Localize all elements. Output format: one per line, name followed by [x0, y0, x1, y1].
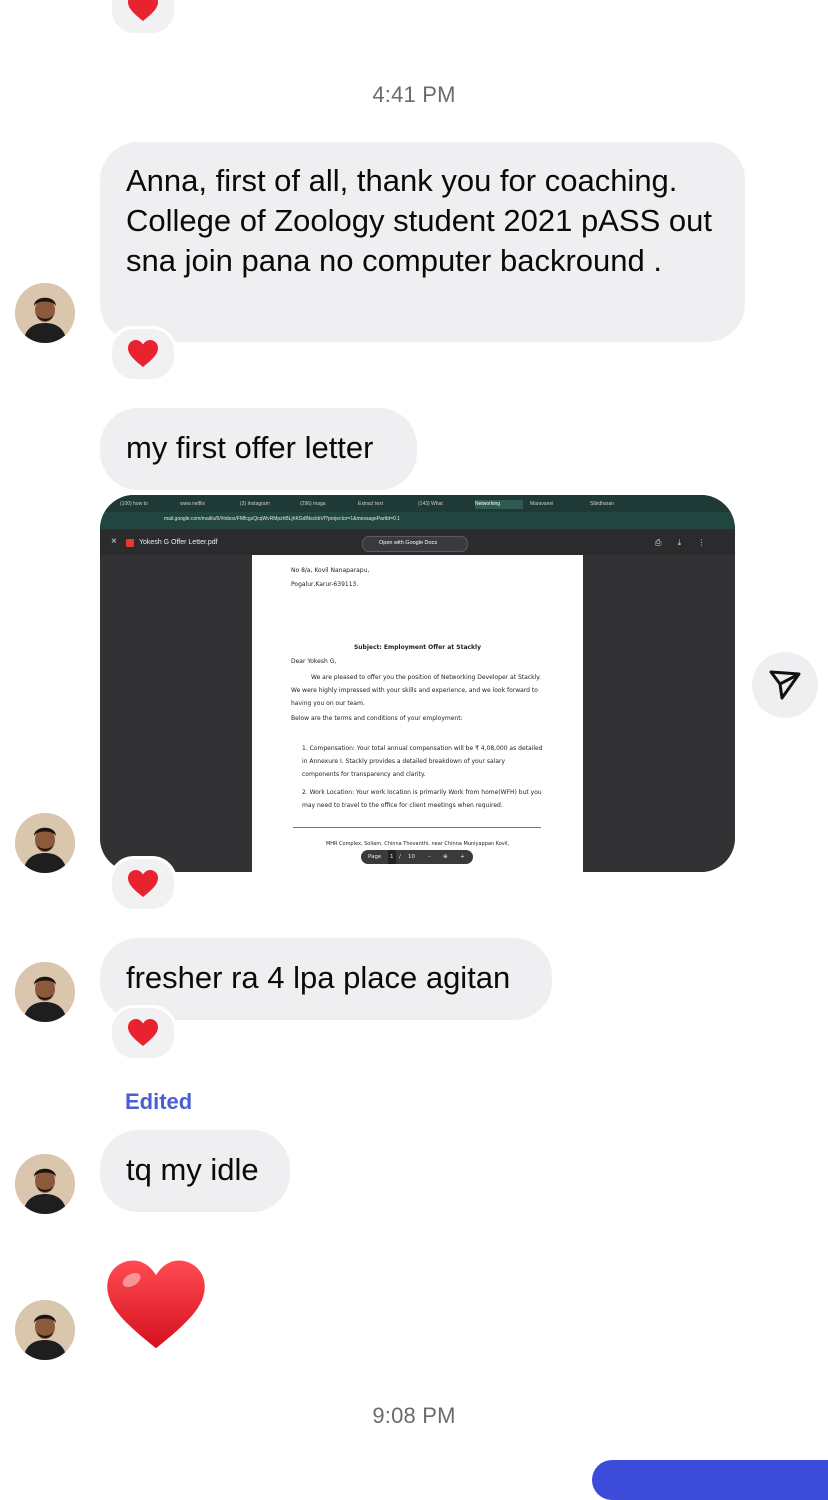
avatar-image: [15, 1154, 75, 1214]
pdf-divider: [293, 827, 541, 828]
page-label: Page: [368, 854, 382, 860]
reaction-heart[interactable]: [109, 0, 177, 36]
message-bubble[interactable]: my first offer letter: [100, 408, 417, 490]
message-text: tq my idle: [126, 1152, 259, 1187]
heart-icon: [128, 870, 158, 897]
browser-tab: (296) maga: [300, 501, 326, 507]
reaction-heart[interactable]: [109, 326, 177, 382]
page-total: 10: [408, 854, 415, 860]
send-icon: [769, 670, 801, 700]
avatar[interactable]: [15, 1154, 75, 1214]
pdf-icon: [126, 539, 134, 547]
avatar[interactable]: [15, 283, 75, 343]
url-text: mail.google.com/mail/u/0/#inbox/FMfcgzQc…: [164, 516, 400, 522]
avatar-image: [15, 283, 75, 343]
avatar[interactable]: [15, 1300, 75, 1360]
zoom-in-icon: +: [460, 854, 465, 860]
browser-tab: Maravanei: [530, 501, 554, 507]
message-text: my first offer letter: [126, 430, 374, 465]
browser-tab: (143) What: [418, 501, 443, 507]
browser-tab: (100) how to: [120, 501, 148, 507]
pdf-footer: MHR Complex, Sollam, Chinna Thovanthi, n…: [325, 841, 510, 847]
open-with-docs-button: Open with Google Docs: [362, 536, 468, 552]
message-bubble[interactable]: fresher ra 4 lpa place agitan: [100, 938, 552, 1020]
pdf-subject: Subject: Employment Offer at Stackly: [353, 644, 482, 651]
share-button[interactable]: [752, 652, 818, 718]
avatar[interactable]: [15, 962, 75, 1022]
open-with-docs-label: Open with Google Docs: [379, 540, 438, 546]
reaction-heart[interactable]: [109, 1005, 177, 1061]
heart-icon: [128, 1019, 158, 1046]
pdf-greeting: Dear Yokesh G,: [291, 658, 337, 665]
pdf-list-item: 1. Compensation: Your total annual compe…: [302, 745, 543, 778]
avatar-image: [15, 1300, 75, 1360]
heart-icon: [128, 340, 158, 367]
page-separator: /: [399, 854, 401, 860]
pdf-paragraph: Below are the terms and conditions of yo…: [291, 715, 463, 722]
timestamp: 9:08 PM: [372, 1403, 456, 1428]
message-text: fresher ra 4 lpa place agitan: [126, 960, 511, 995]
avatar-image: [15, 962, 75, 1022]
browser-tab: Extract text: [358, 501, 384, 507]
pdf-page: No 8/a, Kovil Nanaparapu, Pogalur,Karur-…: [252, 555, 583, 872]
avatar-image: [15, 813, 75, 873]
avatar[interactable]: [15, 813, 75, 873]
browser-tab-active: Networking: [475, 500, 523, 509]
zoom-out-icon: –: [428, 854, 431, 860]
message-bubble[interactable]: tq my idle: [100, 1130, 290, 1212]
browser-tab: (3) Instagram: [240, 501, 270, 507]
message-bubble[interactable]: Anna, first of all, thank you for coachi…: [100, 142, 745, 342]
page-controls: Page 1 / 10 – ⊕ +: [361, 850, 473, 864]
browser-tab: Sibidharan: [590, 501, 614, 507]
toolbar-icons: ⎙ ⤓ ⋮: [655, 538, 713, 547]
pdf-file-name: Yokesh G Offer Letter.pdf: [139, 539, 218, 546]
outgoing-message-bubble[interactable]: [592, 1460, 828, 1500]
pdf-list-item: 2. Work Location: Your work location is …: [302, 789, 542, 809]
pdf-address-line: No 8/a, Kovil Nanaparapu,: [291, 567, 370, 574]
page-current: 1: [388, 850, 396, 864]
heart-icon: [128, 0, 158, 21]
pdf-address-line: Pogalur,Karur-639113.: [291, 581, 359, 588]
heart-icon: [107, 1260, 205, 1349]
close-icon: ×: [111, 536, 117, 547]
image-message[interactable]: (100) how to www.netflix (3) Instagram (…: [100, 495, 735, 872]
edited-label: Edited: [125, 1089, 193, 1114]
pdf-paragraph: We are pleased to offer you the position…: [291, 674, 541, 707]
browser-tab: www.netflix: [180, 501, 206, 507]
zoom-icon: ⊕: [443, 854, 448, 860]
message-text: Anna, first of all, thank you for coachi…: [126, 163, 712, 278]
reaction-heart[interactable]: [109, 856, 177, 912]
heart-emoji-message[interactable]: [104, 1256, 208, 1356]
timestamp: 4:41 PM: [372, 82, 456, 107]
